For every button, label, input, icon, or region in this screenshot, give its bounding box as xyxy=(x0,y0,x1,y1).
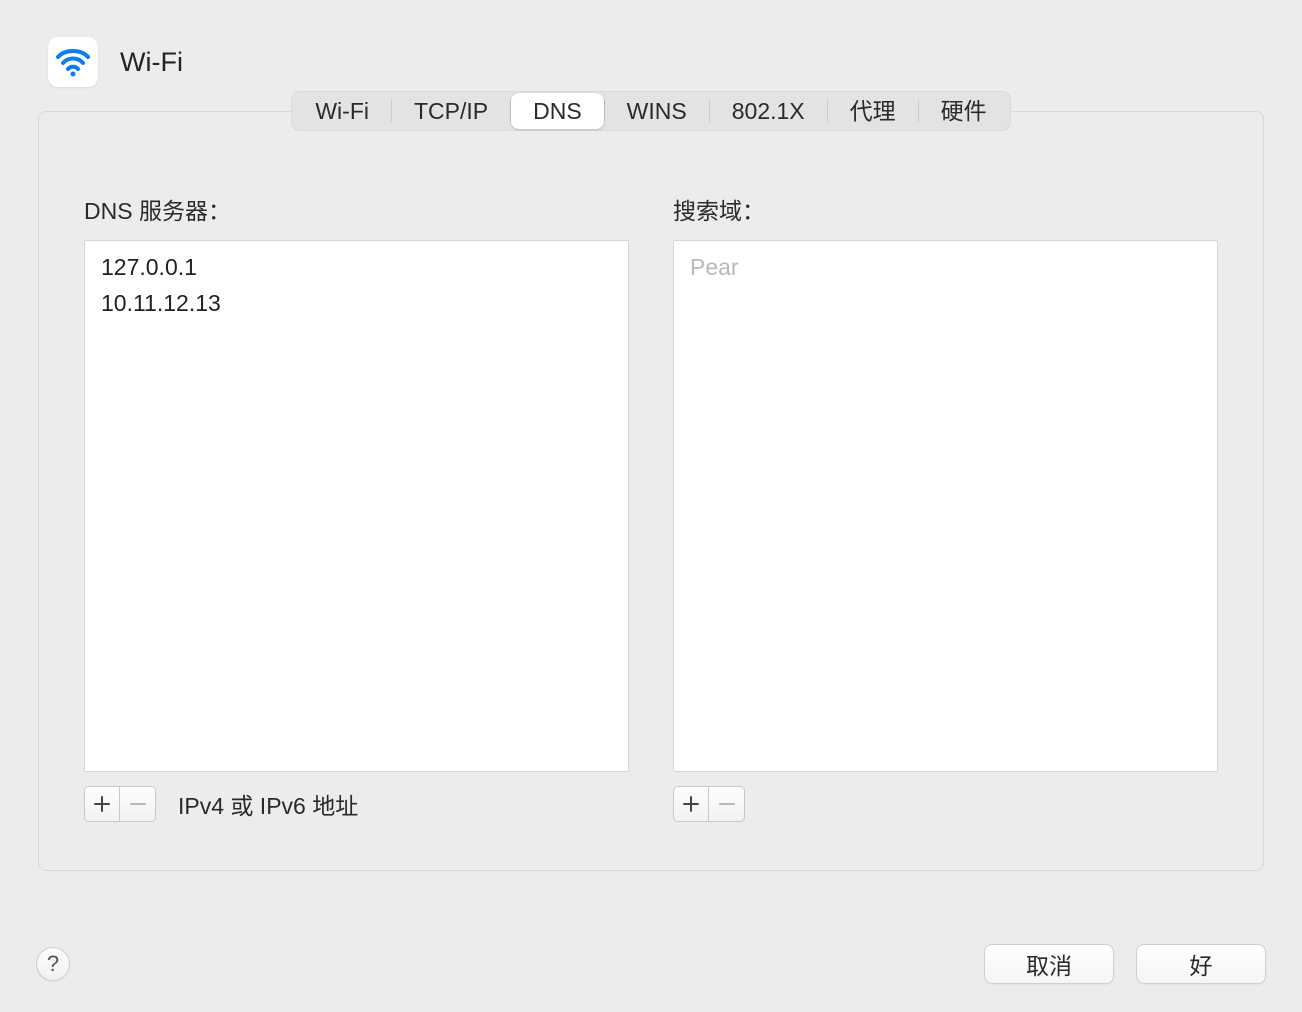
tab-hardware[interactable]: 硬件 xyxy=(919,93,1009,129)
search-domain-placeholder: Pear xyxy=(690,249,1201,285)
remove-search-domain-button[interactable] xyxy=(709,786,745,822)
search-domains-column: 搜索域： Pear xyxy=(673,192,1218,822)
tabs-container: Wi-Fi TCP/IP DNS WINS 802.1X 代理 硬件 xyxy=(10,91,1292,131)
remove-dns-server-button[interactable] xyxy=(120,786,156,822)
minus-icon xyxy=(718,795,736,813)
dns-server-item[interactable]: 127.0.0.1 xyxy=(101,249,612,285)
ok-button[interactable]: 好 xyxy=(1136,944,1266,984)
tab-wifi[interactable]: Wi-Fi xyxy=(293,93,391,129)
network-settings-window: Wi-Fi Wi-Fi TCP/IP DNS WINS 802.1X 代理 硬件… xyxy=(10,12,1292,1002)
tab-proxy[interactable]: 代理 xyxy=(828,93,918,129)
add-dns-server-button[interactable] xyxy=(84,786,120,822)
dns-server-item[interactable]: 10.11.12.13 xyxy=(101,285,612,321)
search-domains-label: 搜索域： xyxy=(673,192,1218,226)
tabs: Wi-Fi TCP/IP DNS WINS 802.1X 代理 硬件 xyxy=(291,91,1010,131)
header: Wi-Fi xyxy=(10,12,1292,87)
page-title: Wi-Fi xyxy=(120,47,183,78)
add-search-domain-button[interactable] xyxy=(673,786,709,822)
minus-icon xyxy=(129,795,147,813)
dns-servers-list[interactable]: 127.0.0.1 10.11.12.13 xyxy=(84,240,629,772)
footer: ? 取消 好 xyxy=(36,944,1266,984)
dns-panel: DNS 服务器： 127.0.0.1 10.11.12.13 xyxy=(38,111,1264,871)
plus-icon xyxy=(93,795,111,813)
help-button[interactable]: ? xyxy=(36,947,70,981)
tab-wins[interactable]: WINS xyxy=(605,93,709,129)
tab-tcpip[interactable]: TCP/IP xyxy=(392,93,510,129)
plus-icon xyxy=(682,795,700,813)
tab-dns[interactable]: DNS xyxy=(511,93,604,129)
dns-servers-column: DNS 服务器： 127.0.0.1 10.11.12.13 xyxy=(84,192,629,822)
wifi-icon xyxy=(48,37,98,87)
tab-8021x[interactable]: 802.1X xyxy=(710,93,827,129)
search-domains-list[interactable]: Pear xyxy=(673,240,1218,772)
dns-servers-label: DNS 服务器： xyxy=(84,192,629,226)
cancel-button[interactable]: 取消 xyxy=(984,944,1114,984)
dns-address-hint: IPv4 或 IPv6 地址 xyxy=(178,787,358,821)
